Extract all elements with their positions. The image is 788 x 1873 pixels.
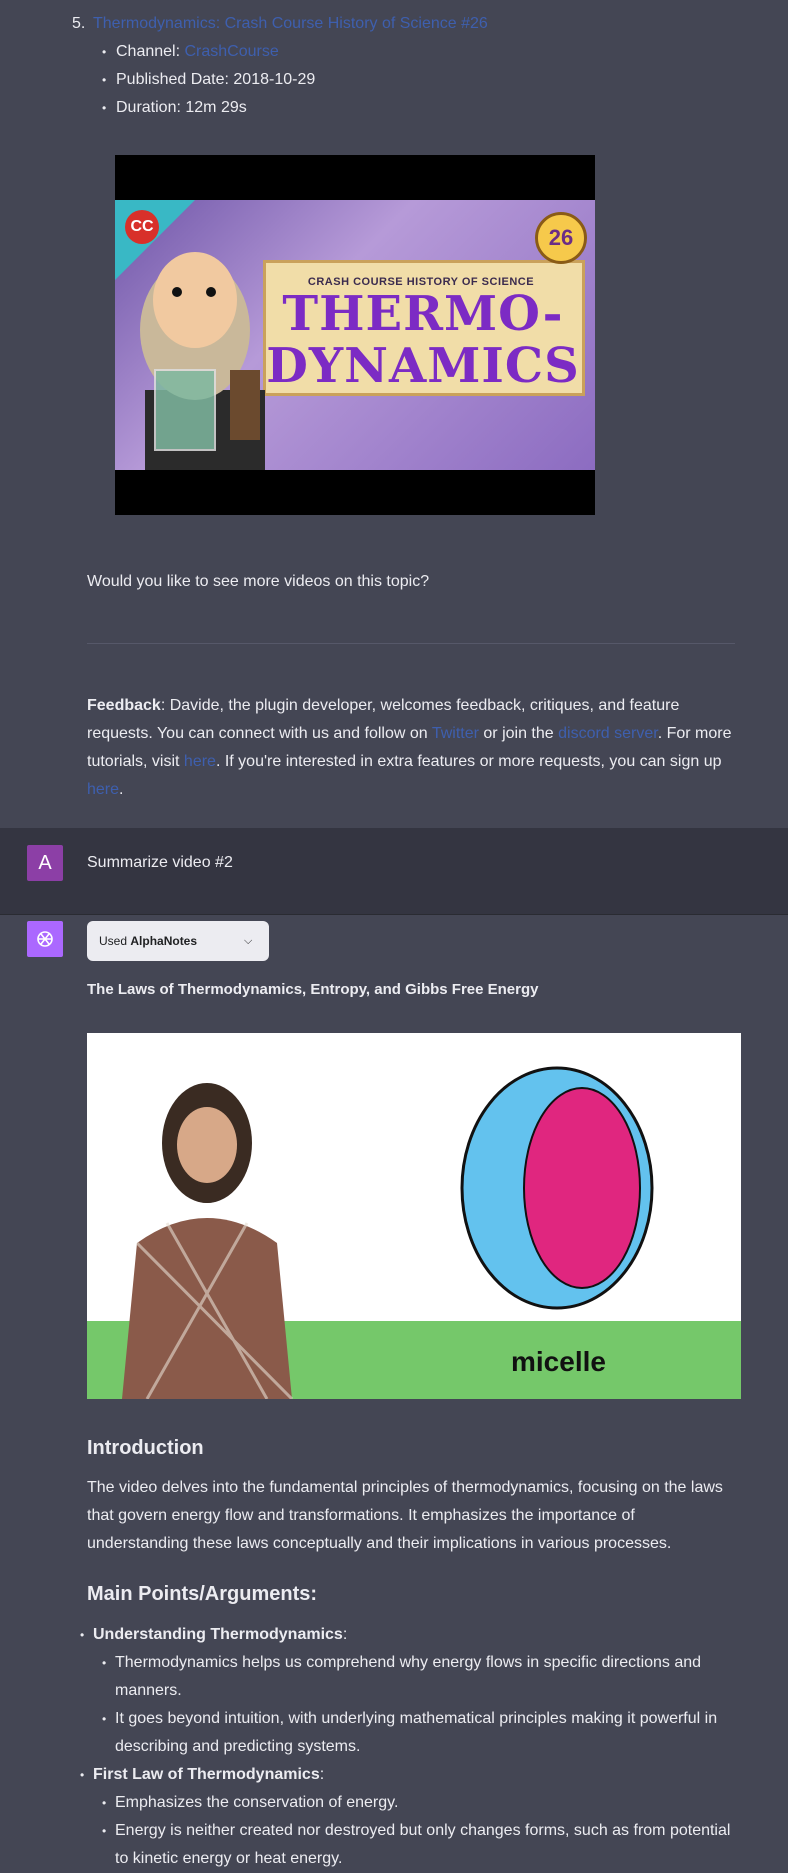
plugin-name: AlphaNotes: [130, 934, 198, 948]
signup-link[interactable]: here: [87, 781, 119, 798]
video-title-link[interactable]: Thermodynamics: Crash Course History of …: [93, 10, 488, 38]
bullet: •: [102, 1712, 107, 1726]
plugin-used-dropdown[interactable]: Used AlphaNotes ⌵: [87, 921, 269, 961]
user-avatar: A: [27, 845, 63, 881]
bullet: •: [102, 45, 107, 59]
discord-link[interactable]: discord server: [558, 725, 658, 742]
user-message: Summarize video #2: [87, 854, 233, 871]
thumb-line-1: THERMO-: [282, 286, 564, 342]
list-item: • It goes beyond intuition, with underly…: [102, 1705, 735, 1761]
bullet: •: [80, 1768, 85, 1782]
published-line: • Published Date: 2018-10-29: [102, 66, 315, 94]
bullet: •: [102, 101, 107, 115]
assistant-response: Used AlphaNotes ⌵ The Laws of Thermodyna…: [0, 914, 788, 1873]
main-points-heading: Main Points/Arguments:: [87, 1583, 318, 1605]
feedback-paragraph: Feedback: Davide, the plugin developer, …: [87, 697, 732, 798]
openai-logo-icon: [27, 921, 63, 957]
channel-line: • Channel: CrashCourse: [102, 38, 279, 66]
previous-response: 5. Thermodynamics: Crash Course History …: [0, 0, 788, 828]
divider: [87, 643, 735, 644]
list-item: • Understanding Thermodynamics:: [80, 1621, 347, 1649]
list-item: • Energy is neither created nor destroye…: [102, 1817, 735, 1873]
channel-link[interactable]: CrashCourse: [185, 43, 279, 60]
duration-line: • Duration: 12m 29s: [102, 94, 247, 122]
follow-up-question: Would you like to see more videos on thi…: [87, 573, 430, 590]
video-thumbnail-thermodynamics[interactable]: CC CRASH COURSE HISTORY OF SCIENCE THERM…: [115, 155, 595, 515]
episode-badge: 26: [535, 212, 587, 264]
introduction-text: The video delves into the fundamental pr…: [87, 1479, 723, 1552]
video-title: The Laws of Thermodynamics, Entropy, and…: [87, 981, 539, 998]
bullet: •: [102, 73, 107, 87]
list-item: • Thermodynamics helps us comprehend why…: [102, 1649, 735, 1705]
cartoon-scientist-illustration: [140, 252, 265, 470]
thumb-line-2: DYNAMICS: [266, 338, 580, 394]
bullet: •: [102, 1796, 107, 1810]
bullet: •: [102, 1824, 107, 1838]
list-item: • First Law of Thermodynamics:: [80, 1761, 324, 1789]
tutorials-link[interactable]: here: [184, 753, 216, 770]
thumbnail-art: CC CRASH COURSE HISTORY OF SCIENCE THERM…: [115, 200, 595, 470]
video-thumbnail-micelle[interactable]: micelle: [87, 1033, 741, 1399]
user-message-row: A Summarize video #2: [0, 828, 788, 915]
list-item: • Emphasizes the conservation of energy.: [102, 1789, 735, 1817]
micelle-diagram: [460, 1066, 654, 1310]
introduction-heading: Introduction: [87, 1437, 204, 1459]
presenter-illustration: [122, 1083, 294, 1399]
item-number: 5.: [72, 15, 86, 32]
chevron-down-icon: ⌵: [244, 935, 253, 947]
bullet: •: [80, 1628, 85, 1642]
micelle-label: micelle: [511, 1346, 606, 1377]
twitter-link[interactable]: Twitter: [432, 725, 479, 742]
bullet: •: [102, 1656, 107, 1670]
